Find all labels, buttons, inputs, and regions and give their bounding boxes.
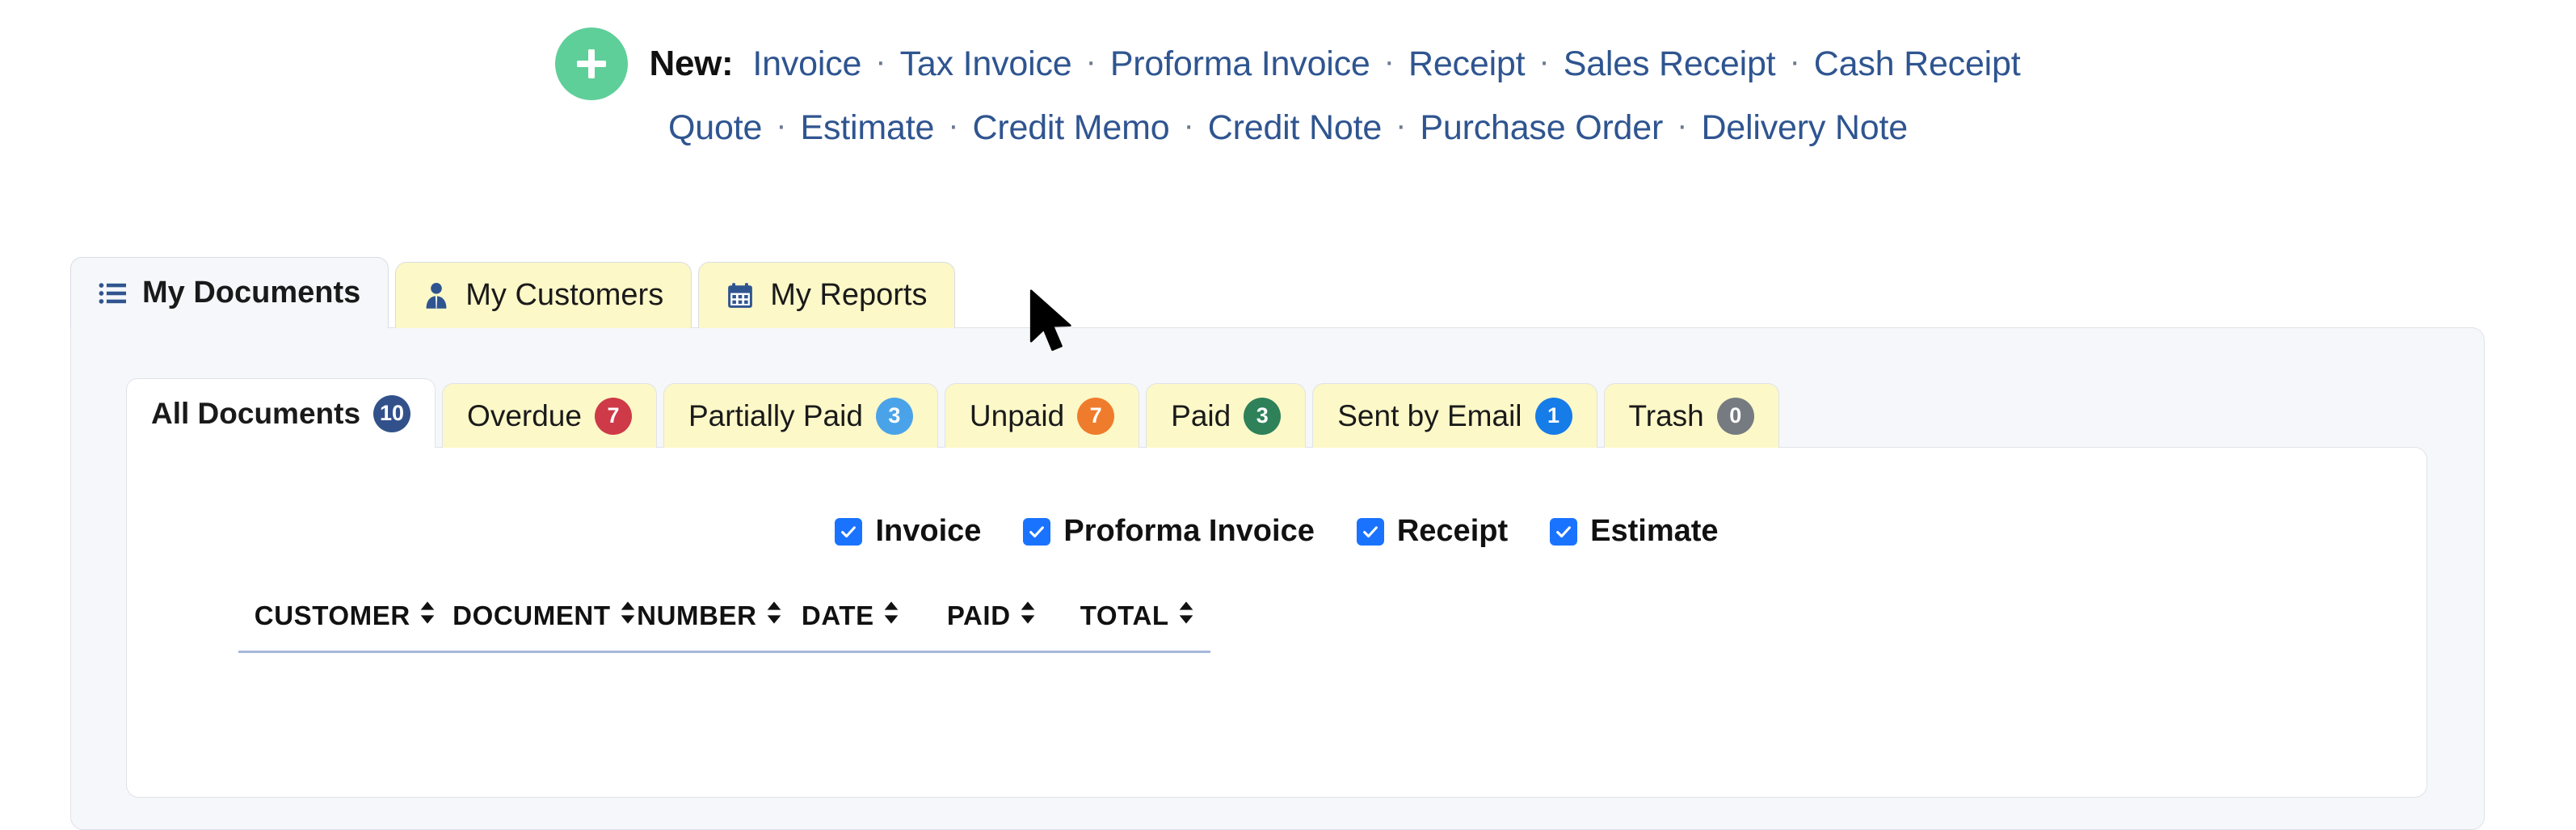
new-link-credit-memo[interactable]: Credit Memo [973, 108, 1170, 148]
filter-tab-label: Partially Paid [688, 398, 863, 432]
new-link-cash-receipt[interactable]: Cash Receipt [1814, 44, 2021, 84]
link-separator: · [1383, 43, 1395, 79]
new-link-proforma-invoice[interactable]: Proforma Invoice [1110, 44, 1370, 84]
table-header: CUSTOMER DOCUMENT NUMBER DATE PAID TOTAL [238, 549, 1210, 653]
link-separator: · [875, 43, 886, 79]
column-label: NUMBER [637, 600, 757, 630]
tab-my-reports[interactable]: My Reports [698, 262, 956, 328]
filter-tab-overdue[interactable]: Overdue 7 [442, 383, 657, 448]
column-header-number[interactable]: NUMBER [637, 549, 783, 653]
tab-label: My Reports [770, 278, 928, 312]
new-link-tax-invoice[interactable]: Tax Invoice [900, 44, 1072, 84]
filter-tab-strip: All Documents 10 Overdue 7 Partially Pai… [71, 328, 2484, 448]
filter-tab-all-documents[interactable]: All Documents 10 [126, 378, 436, 448]
checkbox-label: Proforma Invoice [1063, 514, 1315, 548]
column-label: TOTAL [1080, 600, 1169, 630]
tab-label: My Documents [142, 276, 361, 310]
calendar-icon [726, 282, 754, 310]
sort-icon[interactable] [765, 600, 783, 631]
new-link-invoice[interactable]: Invoice [752, 44, 861, 84]
new-link-credit-note[interactable]: Credit Note [1208, 108, 1382, 148]
checkbox-label: Receipt [1396, 514, 1509, 548]
column-label: CUSTOMER [254, 600, 410, 630]
main-tab-strip: My Documents My Customers My Reports [70, 257, 2485, 328]
new-document-row-1: New: Invoice · Tax Invoice · Proforma In… [0, 27, 2576, 100]
link-separator: · [1085, 43, 1096, 79]
documents-inner-panel: Invoice Proforma Invoice Receipt Estimat… [126, 447, 2427, 798]
new-link-sales-receipt[interactable]: Sales Receipt [1564, 44, 1776, 84]
status-badge: 10 [373, 394, 411, 432]
column-label: DOCUMENT [452, 600, 611, 630]
sort-icon[interactable] [619, 600, 637, 631]
tab-my-customers[interactable]: My Customers [395, 262, 692, 328]
plus-icon[interactable] [555, 27, 629, 100]
table-header-row: CUSTOMER DOCUMENT NUMBER DATE PAID TOTAL [238, 549, 1210, 653]
person-icon [423, 282, 449, 310]
column-label: PAID [946, 600, 1011, 630]
sort-icon[interactable] [1177, 600, 1195, 631]
link-separator: · [776, 107, 787, 143]
link-separator: · [1789, 43, 1800, 79]
filter-tab-sent-by-email[interactable]: Sent by Email 1 [1312, 383, 1597, 448]
status-badge: 1 [1534, 397, 1572, 435]
filter-tab-label: Trash [1628, 398, 1704, 432]
new-link-purchase-order[interactable]: Purchase Order [1420, 108, 1663, 148]
tab-label: My Customers [465, 278, 664, 312]
status-badge: 0 [1716, 397, 1754, 435]
column-header-document[interactable]: DOCUMENT [452, 549, 638, 653]
checkbox-receipt[interactable]: Receipt [1356, 514, 1509, 549]
column-header-date[interactable]: DATE [782, 549, 920, 653]
column-header-customer[interactable]: CUSTOMER [238, 549, 452, 653]
checkmark-icon[interactable] [1023, 517, 1051, 546]
new-label: New: [649, 44, 734, 83]
link-separator: · [1538, 43, 1550, 79]
sort-icon[interactable] [882, 600, 900, 631]
documents-table: CUSTOMER DOCUMENT NUMBER DATE PAID TOTAL [238, 549, 1210, 653]
new-link-delivery-note[interactable]: Delivery Note [1701, 108, 1908, 148]
column-header-total[interactable]: TOTAL [1064, 549, 1210, 653]
documents-outer-panel: All Documents 10 Overdue 7 Partially Pai… [70, 327, 2485, 830]
sort-icon[interactable] [1019, 600, 1037, 631]
filter-tab-label: Sent by Email [1337, 398, 1522, 432]
filter-tab-trash[interactable]: Trash 0 [1603, 383, 1779, 448]
list-icon [99, 280, 126, 307]
column-label: DATE [801, 600, 874, 630]
status-badge: 3 [1244, 397, 1282, 435]
checkbox-estimate[interactable]: Estimate [1550, 514, 1719, 549]
checkbox-proforma-invoice[interactable]: Proforma Invoice [1023, 514, 1315, 549]
filter-tab-label: Unpaid [969, 398, 1065, 432]
status-badge: 7 [594, 397, 632, 435]
link-separator: · [948, 107, 959, 143]
checkbox-label: Invoice [875, 514, 982, 548]
link-separator: · [1395, 107, 1407, 143]
filter-tab-label: All Documents [151, 396, 361, 430]
checkmark-icon[interactable] [1550, 517, 1578, 546]
sort-icon[interactable] [419, 600, 436, 631]
link-separator: · [1183, 107, 1194, 143]
tab-my-documents[interactable]: My Documents [70, 257, 389, 328]
filter-tab-label: Overdue [467, 398, 582, 432]
filter-tab-unpaid[interactable]: Unpaid 7 [944, 383, 1140, 448]
new-link-quote[interactable]: Quote [668, 108, 762, 148]
link-separator: · [1677, 107, 1688, 143]
status-badge: 3 [875, 397, 913, 435]
checkbox-label: Estimate [1590, 514, 1719, 548]
new-link-estimate[interactable]: Estimate [801, 108, 935, 148]
column-header-paid[interactable]: PAID [919, 549, 1065, 653]
documents-panel-wrapper: My Documents My Customers My Reports All… [70, 257, 2485, 830]
document-type-filter-row: Invoice Proforma Invoice Receipt Estimat… [127, 449, 2427, 549]
checkmark-icon[interactable] [1356, 517, 1384, 546]
new-document-bar: New: Invoice · Tax Invoice · Proforma In… [0, 0, 2576, 148]
checkbox-invoice[interactable]: Invoice [835, 514, 981, 549]
new-document-row-2: Quote · Estimate · Credit Memo · Credit … [0, 107, 2576, 148]
filter-tab-partially-paid[interactable]: Partially Paid 3 [663, 383, 938, 448]
filter-tab-paid[interactable]: Paid 3 [1146, 383, 1307, 448]
checkmark-icon[interactable] [835, 517, 863, 546]
status-badge: 7 [1077, 397, 1115, 435]
new-link-receipt[interactable]: Receipt [1408, 44, 1526, 84]
filter-tab-label: Paid [1171, 398, 1231, 432]
